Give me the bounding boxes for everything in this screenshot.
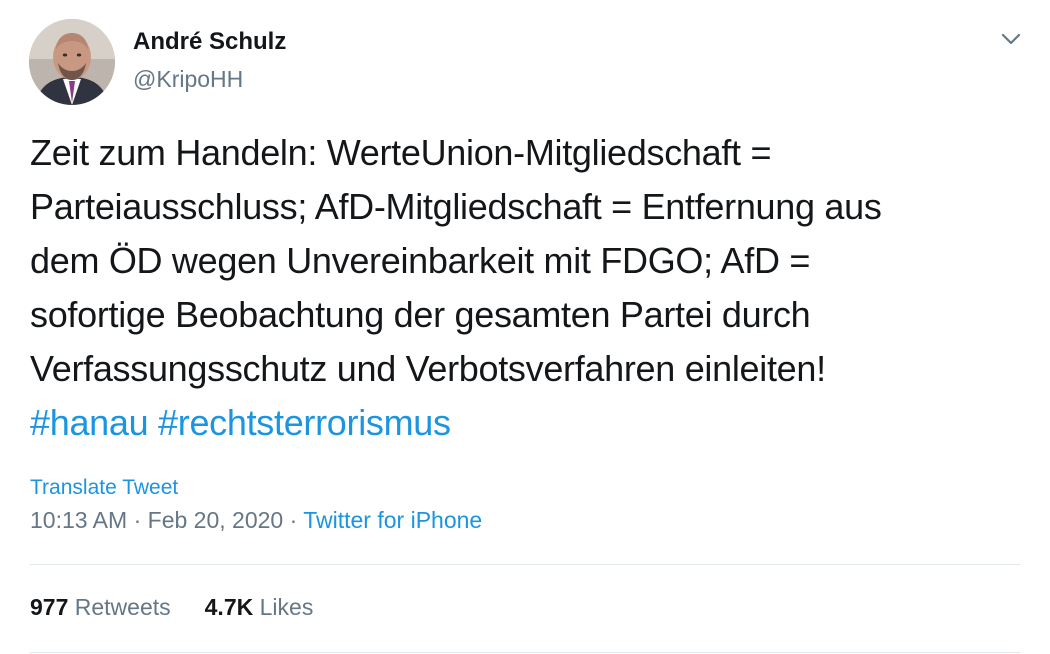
translate-tweet-link[interactable]: Translate Tweet [30,476,178,500]
tweet-text-line: Verfassungsschutz und Verbotsverfahren e… [30,348,826,389]
tweet-stats: 977 Retweets 4.7K Likes [30,594,313,621]
tweet-text-line: sofortige Beobachtung der gesamten Parte… [30,294,811,335]
retweets-stat[interactable]: 977 Retweets [30,594,171,620]
profile-photo-icon [29,19,115,105]
tweet-text: Zeit zum Handeln: WerteUnion-Mitgliedsch… [30,126,1020,450]
meta-separator: · [127,507,148,533]
retweets-count: 977 [30,594,69,620]
likes-stat[interactable]: 4.7K Likes [205,594,314,620]
tweet-menu-button[interactable] [996,26,1026,52]
tweet-meta: 10:13 AM · Feb 20, 2020 · Twitter for iP… [30,507,482,534]
divider [30,652,1020,653]
tweet-date[interactable]: Feb 20, 2020 [148,507,284,533]
tweet-source[interactable]: Twitter for iPhone [303,507,482,533]
author-display-name[interactable]: André Schulz [133,28,286,56]
likes-count: 4.7K [204,594,254,620]
tweet-text-line: Parteiausschluss; AfD-Mitgliedschaft = E… [30,186,882,227]
tweet-text-line: dem ÖD wegen Unvereinbarkeit mit FDGO; A… [30,240,811,281]
author-handle[interactable]: @KripoHH [133,66,243,93]
tweet-text-line: Zeit zum Handeln: WerteUnion-Mitgliedsch… [30,132,772,173]
hashtag-hanau[interactable]: #hanau [30,402,149,443]
avatar[interactable] [29,19,115,105]
tweet-time[interactable]: 10:13 AM [30,507,127,533]
tweet-card: André Schulz @KripoHH Zeit zum Handeln: … [0,0,1050,654]
hashtag-line: #hanau #rechtsterrorismus [30,396,1020,450]
meta-separator: · [283,507,304,533]
divider [30,564,1020,565]
likes-label: Likes [259,594,314,620]
hashtag-rechtsterrorismus[interactable]: #rechtsterrorismus [158,402,451,443]
chevron-down-icon [1001,33,1021,45]
retweets-label: Retweets [74,594,171,620]
